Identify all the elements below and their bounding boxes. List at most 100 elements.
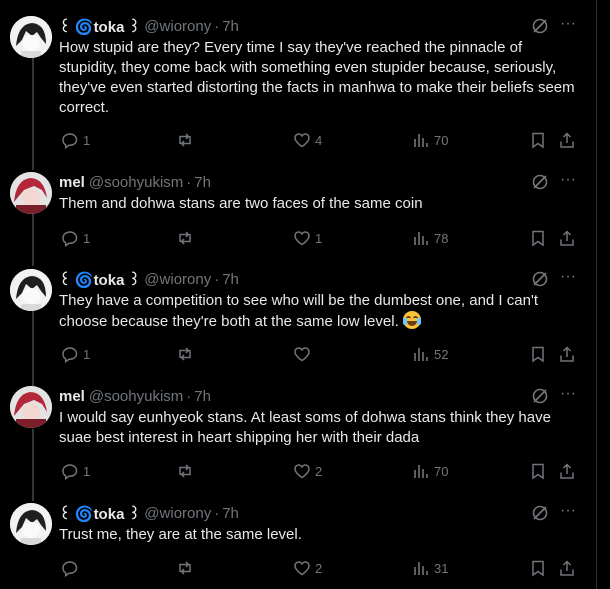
- share-icon[interactable]: [558, 228, 576, 248]
- like-count: 4: [315, 132, 323, 148]
- grok-icon[interactable]: [531, 387, 549, 405]
- retweet-button[interactable]: [176, 228, 198, 248]
- timestamp[interactable]: 7h: [194, 174, 211, 191]
- grok-icon[interactable]: [531, 17, 549, 35]
- bookmark-icon[interactable]: [529, 228, 547, 248]
- avatar[interactable]: [10, 269, 52, 311]
- display-name[interactable]: ꒰ 🌀toka ꒱: [59, 503, 140, 523]
- tweet-text: How stupid are they? Every time I say th…: [59, 39, 575, 116]
- retweet-icon: [176, 559, 194, 577]
- bookmark-icon[interactable]: [529, 344, 547, 364]
- reply-icon: [61, 462, 79, 480]
- retweet-button[interactable]: [176, 461, 198, 481]
- laughing-crying-emoji-icon: [402, 311, 421, 329]
- tweet-actions: 1 1 78: [59, 228, 579, 248]
- reply-button[interactable]: [61, 558, 83, 578]
- retweet-icon: [176, 131, 194, 149]
- like-icon: [293, 229, 311, 247]
- reply-button[interactable]: 1: [61, 130, 90, 150]
- avatar[interactable]: [10, 172, 52, 214]
- grok-icon[interactable]: [531, 504, 549, 522]
- timestamp[interactable]: 7h: [222, 505, 239, 522]
- bookmark-icon[interactable]: [529, 130, 547, 150]
- like-button[interactable]: 4: [293, 130, 322, 150]
- tweet-actions: 2 31: [59, 558, 579, 578]
- bookmark-icon[interactable]: [529, 461, 547, 481]
- views-button[interactable]: 70: [412, 130, 448, 150]
- tweet[interactable]: ꒰ 🌀toka ꒱ @wiorony · 7h ··· Trust me, th…: [0, 503, 596, 583]
- reply-count: 1: [83, 463, 91, 479]
- grok-icon[interactable]: [531, 173, 549, 191]
- reply-icon: [61, 229, 79, 247]
- views-button[interactable]: 70: [412, 461, 448, 481]
- view-count: 31: [434, 560, 449, 576]
- handle[interactable]: @wiorony: [144, 18, 211, 35]
- like-count: 2: [315, 463, 323, 479]
- handle[interactable]: @wiorony: [144, 271, 211, 288]
- share-icon[interactable]: [558, 344, 576, 364]
- tweet-text: They have a competition to see who will …: [59, 292, 538, 330]
- reply-button[interactable]: 1: [61, 228, 90, 248]
- tweet-header: ꒰ 🌀toka ꒱ @wiorony · 7h: [59, 503, 239, 524]
- timestamp[interactable]: 7h: [222, 271, 239, 288]
- tweet-actions: 1 2 70: [59, 461, 579, 481]
- display-name[interactable]: mel: [59, 388, 85, 405]
- like-button[interactable]: 2: [293, 461, 322, 481]
- more-icon[interactable]: ···: [558, 503, 578, 523]
- timestamp[interactable]: 7h: [222, 18, 239, 35]
- retweet-button[interactable]: [176, 344, 198, 364]
- like-count: 2: [315, 560, 323, 576]
- views-icon: [412, 229, 430, 247]
- share-icon[interactable]: [558, 558, 576, 578]
- separator: ·: [186, 387, 192, 405]
- views-button[interactable]: 31: [412, 558, 448, 578]
- display-name[interactable]: ꒰ 🌀toka ꒱: [59, 16, 140, 36]
- like-icon: [293, 131, 311, 149]
- display-name[interactable]: ꒰ 🌀toka ꒱: [59, 269, 140, 289]
- grok-icon[interactable]: [531, 270, 549, 288]
- more-icon[interactable]: ···: [558, 269, 578, 289]
- display-name[interactable]: mel: [59, 174, 85, 191]
- more-icon[interactable]: ···: [558, 386, 578, 406]
- timestamp[interactable]: 7h: [194, 388, 211, 405]
- tweet-text: Trust me, they are at the same level.: [59, 526, 302, 543]
- retweet-button[interactable]: [176, 558, 198, 578]
- tweet[interactable]: ꒰ 🌀toka ꒱ @wiorony · 7h ··· They have a …: [0, 269, 596, 373]
- view-count: 70: [434, 463, 449, 479]
- tweet[interactable]: mel @soohyukism · 7h ··· I would say eun…: [0, 386, 596, 490]
- tweet-header: ꒰ 🌀toka ꒱ @wiorony · 7h: [59, 269, 239, 290]
- tweet-text: Them and dohwa stans are two faces of th…: [59, 195, 423, 212]
- reply-count: 1: [83, 346, 91, 362]
- view-count: 70: [434, 132, 449, 148]
- share-icon[interactable]: [558, 461, 576, 481]
- scrollbar[interactable]: [596, 0, 610, 589]
- separator: ·: [214, 17, 220, 35]
- views-button[interactable]: 78: [412, 228, 448, 248]
- views-icon: [412, 345, 430, 363]
- tweet-header: ꒰ 🌀toka ꒱ @wiorony · 7h: [59, 16, 239, 37]
- bookmark-icon[interactable]: [529, 558, 547, 578]
- more-icon[interactable]: ···: [558, 172, 578, 192]
- avatar[interactable]: [10, 16, 52, 58]
- like-icon: [293, 462, 311, 480]
- handle[interactable]: @soohyukism: [89, 388, 183, 405]
- tweet[interactable]: mel @soohyukism · 7h ··· Them and dohwa …: [0, 172, 596, 258]
- share-icon[interactable]: [558, 130, 576, 150]
- handle[interactable]: @wiorony: [144, 505, 211, 522]
- more-icon[interactable]: ···: [558, 16, 578, 36]
- views-button[interactable]: 52: [412, 344, 448, 364]
- like-button[interactable]: [293, 344, 315, 364]
- handle[interactable]: @soohyukism: [89, 174, 183, 191]
- tweet[interactable]: ꒰ 🌀toka ꒱ @wiorony · 7h ··· How stupid a…: [0, 16, 596, 156]
- like-button[interactable]: 2: [293, 558, 322, 578]
- avatar[interactable]: [10, 503, 52, 545]
- retweet-button[interactable]: [176, 130, 198, 150]
- avatar[interactable]: [10, 386, 52, 428]
- reply-button[interactable]: 1: [61, 461, 90, 481]
- tweet-header: mel @soohyukism · 7h: [59, 386, 211, 406]
- separator: ·: [186, 173, 192, 191]
- tweet-actions: 1 52: [59, 344, 579, 364]
- like-button[interactable]: 1: [293, 228, 322, 248]
- reply-button[interactable]: 1: [61, 344, 90, 364]
- views-icon: [412, 559, 430, 577]
